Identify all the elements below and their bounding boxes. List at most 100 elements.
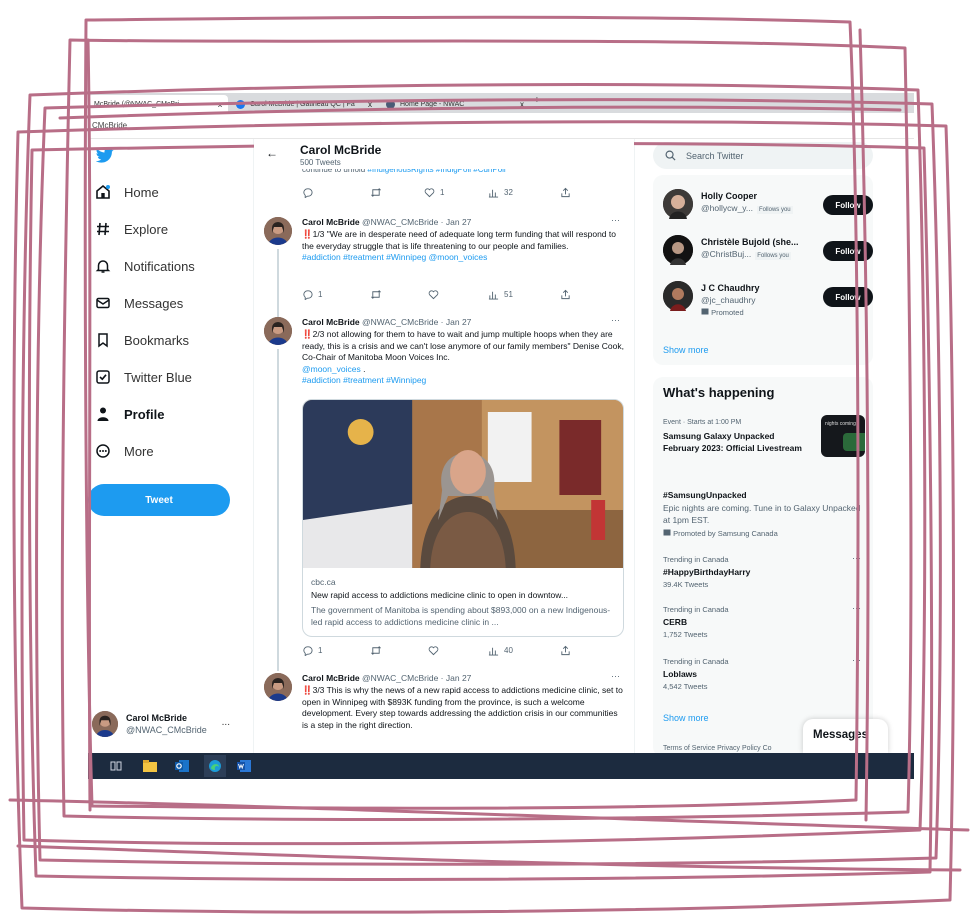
show-more-link[interactable]: Show more [663,713,709,723]
account-more-icon[interactable]: ... [222,717,230,728]
share-icon [561,289,570,300]
tab-close-icon[interactable]: x [218,100,222,109]
retweet-button[interactable] [370,187,382,198]
nwac-favicon-icon [386,99,395,109]
tab-close-icon[interactable]: x [520,100,524,109]
follow-suggestion[interactable]: J C Chaudhry @jc_chaudhry Promoted Follo… [663,281,873,317]
tweet-button[interactable]: Tweet [88,484,230,516]
word-icon[interactable] [236,758,252,774]
views-button[interactable]: 32 [488,187,513,198]
trend-context: Trending in Canada [663,555,729,564]
sidebar-item-notifications[interactable]: Notifications [94,257,195,275]
suggestion-name[interactable]: Holly Cooper [701,191,811,201]
sidebar-item-label: Explore [124,221,169,237]
tab-close-icon[interactable]: x [368,100,372,109]
browser-tab-twitter[interactable]: McBride (@NWAC_CMcBri x [88,95,228,113]
address-bar-url: CMcBride [92,121,128,130]
share-button[interactable] [560,645,571,656]
like-button[interactable]: 1 [424,187,444,198]
suggestion-name[interactable]: J C Chaudhry [701,283,811,293]
share-icon [561,645,570,656]
avatar[interactable] [264,673,292,701]
retweet-button[interactable] [370,289,382,300]
sidebar-item-home[interactable]: Home [94,183,159,201]
sidebar-item-twitter-blue[interactable]: Twitter Blue [94,368,192,386]
tweet-more-icon[interactable]: ··· [611,315,620,325]
show-more-link[interactable]: Show more [663,345,709,355]
trend-item[interactable]: Trending in Canada Loblaws 4,542 Tweets … [663,655,863,691]
tweet-author-name[interactable]: Carol McBride [302,217,360,227]
trend-title: CERB [663,617,688,627]
trend-more-icon[interactable]: ··· [852,553,861,563]
views-button[interactable]: 40 [488,645,513,656]
share-button[interactable] [560,187,571,198]
tweet-author-handle[interactable]: @NWAC_CMcBride · Jan 27 [362,217,471,227]
tweet-author-handle[interactable]: @NWAC_CMcBride · Jan 27 [362,673,471,683]
tweet-author-name[interactable]: Carol McBride [302,317,360,327]
trend-item[interactable]: Trending in Canada CERB 1,752 Tweets ··· [663,603,863,639]
avatar[interactable] [264,217,292,245]
outlook-icon[interactable] [174,758,190,774]
browser-tab-facebook[interactable]: Carol McBride | Gatineau QC | Fa x [230,95,378,113]
reply-button[interactable] [302,187,313,198]
views-button[interactable]: 51 [488,289,513,300]
trend-more-icon[interactable]: ··· [852,603,861,613]
reply-button[interactable]: 1 [302,645,322,656]
tweet-more-icon[interactable]: ··· [611,671,620,681]
trend-context: Trending in Canada [663,657,729,666]
follows-you-badge: Follows you [756,206,793,214]
promoted-trend[interactable]: #SamsungUnpacked Epic nights are coming.… [663,487,863,538]
trend-item[interactable]: Trending in Canada #HappyBirthdayHarry 3… [663,553,863,589]
search-placeholder: Search Twitter [686,150,744,161]
sidebar-item-bookmarks[interactable]: Bookmarks [94,331,189,349]
follow-button[interactable]: Follow [823,287,873,307]
retweet-button[interactable] [370,645,382,656]
tweet-author-name[interactable]: Carol McBride [302,673,360,683]
tweet-mention[interactable]: @moon_voices [302,364,361,374]
task-view-icon[interactable] [108,758,124,774]
sidebar-item-more[interactable]: More [94,442,154,460]
follow-suggestion[interactable]: Holly Cooper @hollycw_y... Follows you Fo… [663,189,873,221]
tweet[interactable]: Carol McBride @NWAC_CMcBride · Jan 27 ··… [254,315,634,671]
tweet-hashtags[interactable]: #addiction #treatment #Winnipeg @moon_vo… [302,252,487,262]
account-switcher[interactable]: Carol McBride @NWAC_CMcBride ... [92,711,242,741]
avatar[interactable] [663,235,693,265]
follow-button[interactable]: Follow [823,195,873,215]
trend-more-icon[interactable]: ··· [852,655,861,665]
avatar[interactable] [264,317,292,345]
share-button[interactable] [560,289,571,300]
search-input[interactable]: Search Twitter [653,142,873,169]
edge-browser-icon[interactable] [204,755,226,777]
tweet-body-tail: . [360,363,366,374]
trend-promoted-by: Promoted by Samsung Canada [663,529,863,538]
sidebar-item-explore[interactable]: Explore [94,220,168,238]
footer-links[interactable]: Terms of Service Privacy Policy Co [663,745,772,752]
address-bar[interactable]: CMcBride [88,113,914,139]
twitter-logo-icon[interactable] [95,148,114,168]
event-thumbnail[interactable]: nights coming [821,415,865,457]
messages-drawer[interactable]: Messages [803,719,888,753]
avatar[interactable] [663,281,693,311]
file-explorer-icon[interactable] [142,758,158,774]
retweet-icon [371,188,381,197]
sidebar-item-messages[interactable]: Messages [94,294,183,312]
event-title[interactable]: Samsung Galaxy Unpacked February 2023: O… [663,431,803,454]
like-button[interactable] [428,645,439,656]
tweet[interactable]: Carol McBride @NWAC_CMcBride · Jan 27 ··… [254,671,634,753]
link-card[interactable]: cbc.ca New rapid access to addictions me… [302,399,624,637]
tweet-more-icon[interactable]: ··· [611,215,620,225]
like-button[interactable] [428,289,439,300]
reply-button[interactable]: 1 [302,289,322,300]
promoted-icon [663,529,671,536]
tweet-author-handle[interactable]: @NWAC_CMcBride · Jan 27 [362,317,471,327]
suggestion-name[interactable]: Christèle Bujold (she... [701,237,811,247]
avatar[interactable] [663,189,693,219]
sidebar-item-label: Messages [124,295,184,311]
tweet-hashtags[interactable]: #addiction #treatment #Winnipeg [302,375,426,385]
back-arrow-icon[interactable]: ← [266,146,278,160]
follow-button[interactable]: Follow [823,241,873,261]
new-tab-button[interactable]: + [534,95,540,106]
follow-suggestion[interactable]: Christèle Bujold (she... @ChristBuj... Fo… [663,235,873,267]
sidebar-item-profile[interactable]: Profile [94,405,164,423]
browser-tab-nwac[interactable]: Home Page - NWAC x [380,95,530,113]
